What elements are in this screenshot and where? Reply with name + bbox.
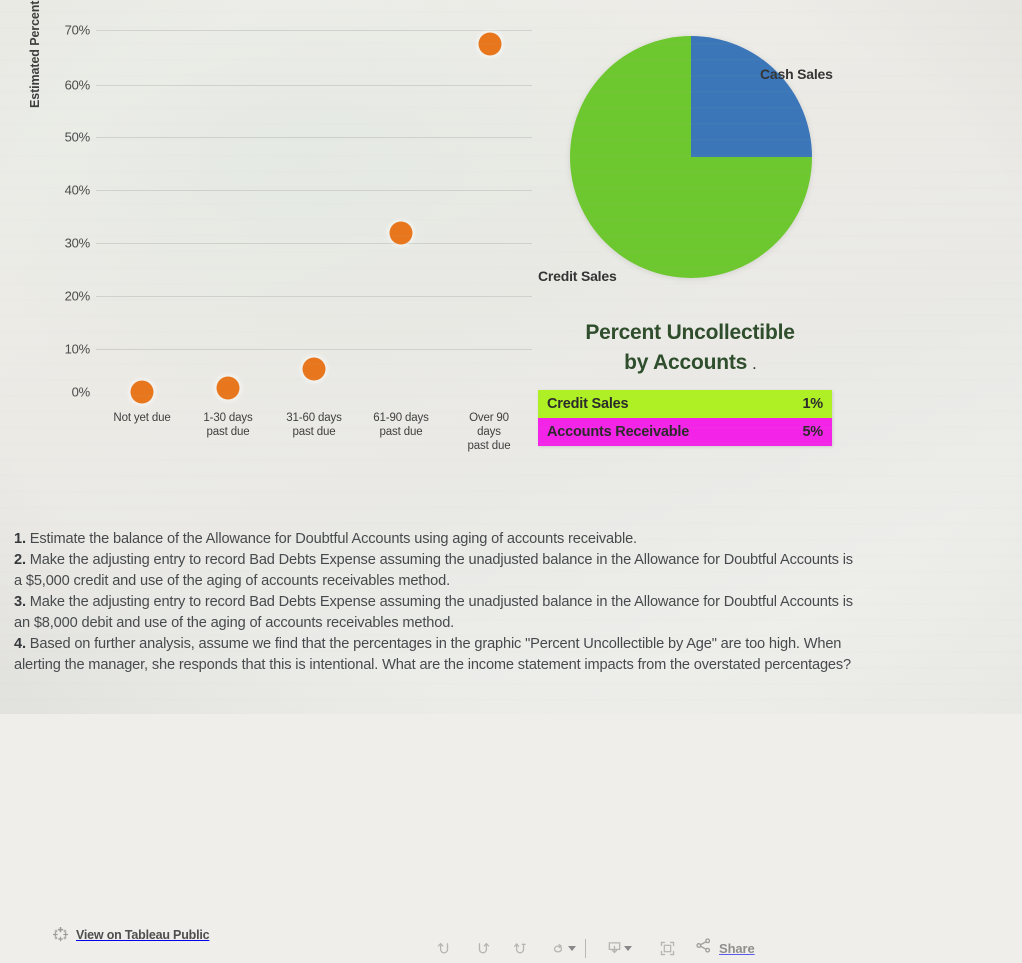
tableau-viz[interactable]: Estimated Percent Uncollectible 70% 60% … (0, 0, 1022, 462)
pie-label-cash-sales: Cash Sales (760, 66, 833, 82)
share-label: Share (719, 940, 755, 956)
title-trailing-mark: . (752, 358, 756, 372)
data-point-over-90-days[interactable] (478, 32, 502, 56)
y-tick-20: 20% (64, 288, 91, 304)
x-tick-line1: 31-60 days (286, 412, 342, 424)
x-tick-line1: Not yet due (113, 412, 171, 424)
toolbar-divider (585, 938, 586, 958)
percent-uncollectible-title: Percent Uncollectible by Accounts . (545, 318, 835, 380)
question-2-number: 2. (14, 552, 26, 568)
y-tick-40: 40% (64, 182, 91, 198)
y-tick-0: 0% (71, 384, 91, 400)
question-1-number: 1. (14, 531, 26, 547)
share-button[interactable]: Share (694, 936, 755, 960)
data-point-1-30-days[interactable] (216, 376, 240, 400)
percent-uncollectible-title-line2: by Accounts (624, 351, 748, 374)
download-icon[interactable] (595, 933, 633, 963)
y-tick-60: 60% (64, 77, 91, 93)
question-4-line-2: alerting the manager, she responds that … (14, 655, 1016, 676)
y-tick-70: 70% (64, 22, 91, 38)
view-on-tableau-public-link[interactable]: View on Tableau Public (52, 926, 210, 943)
undo-icon[interactable] (425, 933, 463, 963)
question-2-line-1: 2. Make the adjusting entry to record Ba… (14, 550, 1016, 571)
x-tick-not-yet-due: Not yet due (113, 411, 170, 425)
percent-uncollectible-table[interactable]: Credit Sales 1% Accounts Receivable 5% (538, 390, 832, 446)
x-tick-line2: past due (206, 426, 250, 438)
view-on-tableau-public-label: View on Tableau Public (76, 927, 210, 942)
question-4-number: 4. (14, 636, 26, 652)
x-tick-line1: 1-30 days (203, 412, 253, 424)
question-3-text-line-2: an $8,000 debit and use of the aging of … (14, 615, 455, 631)
gridline-10 (96, 349, 532, 350)
x-tick-line2: past due (467, 440, 511, 452)
question-3-line-1: 3. Make the adjusting entry to record Ba… (14, 592, 1016, 613)
revert-icon[interactable] (501, 933, 539, 963)
fullscreen-icon[interactable] (648, 933, 686, 963)
question-3-text-line-1: Make the adjusting entry to record Bad D… (29, 594, 853, 610)
table-row[interactable]: Credit Sales 1% (538, 390, 832, 418)
redo-icon[interactable] (463, 933, 501, 963)
table-row-label: Credit Sales (547, 396, 629, 412)
toolbar-controls: Share (425, 933, 755, 963)
gridline-70 (96, 30, 532, 31)
x-tick-line2: past due (292, 426, 336, 438)
gridline-20 (96, 296, 532, 297)
table-row-value: 1% (802, 396, 823, 412)
x-tick-line1: 61-90 days (373, 412, 429, 424)
tableau-toolbar: View on Tableau Public Share (0, 462, 1022, 958)
question-2-text-line-2: a $5,000 credit and use of the aging of … (14, 573, 451, 589)
table-row[interactable]: Accounts Receivable 5% (538, 418, 832, 446)
x-tick-over-90-days: Over 90 days past due (464, 411, 515, 453)
gridline-30 (96, 243, 532, 244)
table-row-value: 5% (802, 424, 823, 440)
sales-mix-pie-chart[interactable]: Cash Sales Credit Sales (538, 20, 1020, 310)
refresh-icon[interactable] (539, 933, 577, 963)
x-tick-31-60-days: 31-60 days past due (286, 411, 342, 439)
question-1-line-1: 1. Estimate the balance of the Allowance… (14, 529, 1016, 550)
question-4-text-line-1: Based on further analysis, assume we fin… (29, 636, 842, 652)
data-point-31-60-days[interactable] (302, 357, 326, 381)
share-icon (694, 936, 713, 960)
table-row-label: Accounts Receivable (547, 424, 690, 440)
x-tick-line2: past due (379, 426, 423, 438)
data-point-not-yet-due[interactable] (130, 380, 154, 404)
gridline-50 (96, 137, 532, 138)
uncollectible-by-age-scatter-chart[interactable]: Estimated Percent Uncollectible 70% 60% … (0, 0, 540, 462)
question-3-number: 3. (14, 594, 26, 610)
data-point-61-90-days[interactable] (389, 221, 413, 245)
x-tick-61-90-days: 61-90 days past due (373, 411, 429, 439)
x-tick-line1: Over 90 days (469, 412, 509, 438)
y-tick-10: 10% (64, 341, 91, 357)
gridline-40 (96, 190, 532, 191)
percent-uncollectible-title-line1: Percent Uncollectible (585, 321, 795, 344)
question-4-text-line-2: alerting the manager, she responds that … (14, 657, 851, 673)
questions-text-block: 1. Estimate the balance of the Allowance… (14, 529, 1016, 676)
pie-label-credit-sales: Credit Sales (538, 268, 617, 284)
percent-uncollectible-title-line2-wrap: by Accounts . (545, 348, 835, 380)
question-4-line-1: 4. Based on further analysis, assume we … (14, 634, 1016, 655)
x-tick-1-30-days: 1-30 days past due (203, 411, 252, 439)
question-2-text-line-1: Make the adjusting entry to record Bad D… (29, 552, 853, 568)
gridline-60 (96, 85, 532, 86)
y-tick-50: 50% (64, 129, 91, 145)
question-1-text: Estimate the balance of the Allowance fo… (29, 531, 637, 547)
question-3-line-2: an $8,000 debit and use of the aging of … (14, 613, 1016, 634)
y-tick-30: 30% (64, 235, 91, 251)
question-2-line-2: a $5,000 credit and use of the aging of … (14, 571, 1016, 592)
tableau-logo-icon (52, 926, 69, 943)
